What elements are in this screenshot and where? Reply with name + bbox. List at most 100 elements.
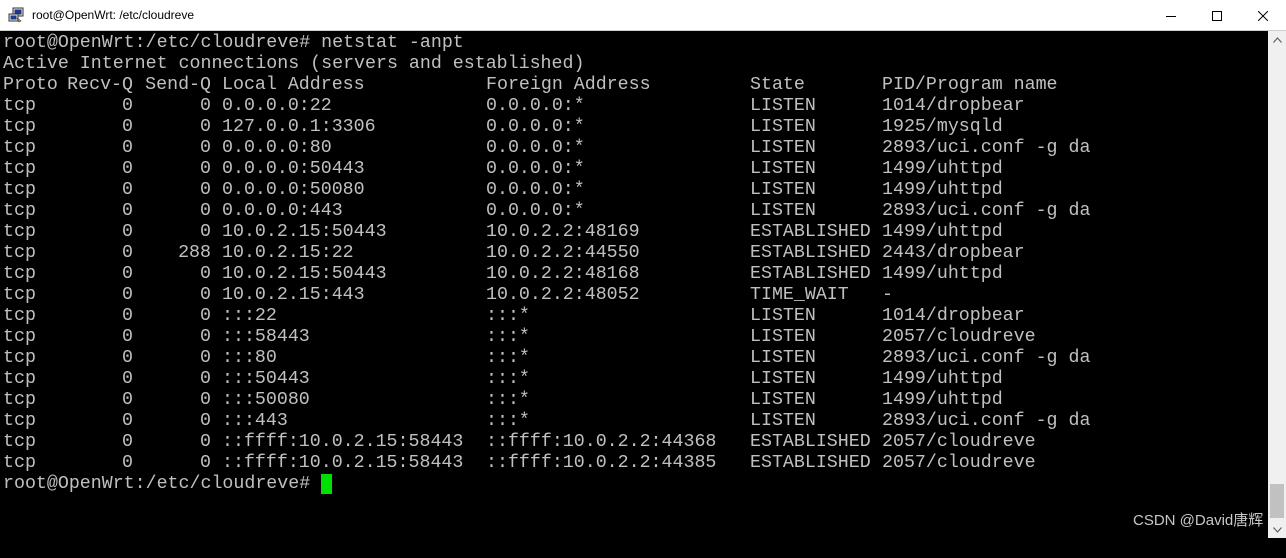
cell-pid: 1014/dropbear bbox=[882, 96, 1025, 116]
cell-foreign: :::* bbox=[486, 411, 530, 431]
cell-foreign: :::* bbox=[486, 390, 530, 410]
cell-local: :::50080 bbox=[222, 390, 310, 410]
cell-foreign: :::* bbox=[486, 306, 530, 326]
maximize-icon bbox=[1212, 10, 1222, 21]
cell-state: ESTABLISHED bbox=[750, 243, 871, 263]
cell-state: LISTEN bbox=[750, 348, 816, 368]
cell-foreign: 0.0.0.0:* bbox=[486, 117, 585, 137]
cell-send-q: 0 bbox=[200, 390, 211, 410]
table-row: tcp 0 0 0.0.0.0:80 0.0.0.0:* LISTEN 2893/uci.c… bbox=[3, 138, 1090, 159]
cell-pid: 2893/uci.conf -g da bbox=[882, 201, 1091, 221]
cell-local: 10.0.2.15:22 bbox=[222, 243, 354, 263]
cell-state: LISTEN bbox=[750, 411, 816, 431]
minimize-button[interactable] bbox=[1148, 0, 1194, 31]
window-title: root@OpenWrt: /etc/cloudreve bbox=[32, 8, 195, 22]
cell-local: 0.0.0.0:80 bbox=[222, 138, 332, 158]
cell-pid: 2893/uci.conf -g da bbox=[882, 411, 1091, 431]
cell-local: 10.0.2.15:443 bbox=[222, 285, 365, 305]
cell-pid: 1014/dropbear bbox=[882, 306, 1025, 326]
scroll-down-button[interactable] bbox=[1268, 521, 1286, 538]
command-line: root@OpenWrt:/etc/cloudreve# netstat -an… bbox=[3, 33, 464, 53]
table-row: tcp 0 0 10.0.2.15:50443 10.0.2.2:48168 ESTABL… bbox=[3, 264, 1003, 285]
cell-state: LISTEN bbox=[750, 327, 816, 347]
cell-foreign: 0.0.0.0:* bbox=[486, 138, 585, 158]
table-row: tcp 0 0 0.0.0.0:50080 0.0.0.0:* LISTEN 1499/uh… bbox=[3, 180, 1003, 201]
putty-icon[interactable] bbox=[8, 7, 24, 23]
table-header: Proto Recv-Q Send-Q Local Address Foreig… bbox=[3, 75, 1058, 96]
cell-pid: 1499/uhttpd bbox=[882, 264, 1003, 284]
cell-state: LISTEN bbox=[750, 117, 816, 137]
cell-send-q: 0 bbox=[200, 138, 211, 158]
cell-pid: 1499/uhttpd bbox=[882, 222, 1003, 242]
cell-pid: 1499/uhttpd bbox=[882, 369, 1003, 389]
cell-pid: 2893/uci.conf -g da bbox=[882, 138, 1091, 158]
close-button[interactable] bbox=[1240, 0, 1286, 31]
cell-pid: - bbox=[882, 285, 893, 305]
cell-send-q: 0 bbox=[200, 411, 211, 431]
maximize-button[interactable] bbox=[1194, 0, 1240, 31]
table-row: tcp 0 0 0.0.0.0:50443 0.0.0.0:* LISTEN 1499/uh… bbox=[3, 159, 1003, 180]
info-line: Active Internet connections (servers and… bbox=[3, 54, 585, 74]
prompt-line[interactable]: root@OpenWrt:/etc/cloudreve# bbox=[3, 474, 584, 495]
scrollbar-thumb[interactable] bbox=[1270, 484, 1284, 518]
cell-send-q: 0 bbox=[200, 201, 211, 221]
cell-local: 0.0.0.0:22 bbox=[222, 96, 332, 116]
title-bar[interactable]: root@OpenWrt: /etc/cloudreve bbox=[0, 0, 1286, 31]
cell-foreign: :::* bbox=[486, 369, 530, 389]
cell-foreign: 0.0.0.0:* bbox=[486, 159, 585, 179]
cell-foreign: :::* bbox=[486, 348, 530, 368]
cell-local: :::58443 bbox=[222, 327, 310, 347]
cell-local: :::22 bbox=[222, 306, 277, 326]
table-row: tcp 0 0:::50080:::* LISTEN 1499/uhttpd bbox=[3, 390, 1003, 411]
cell-send-q: 0 bbox=[200, 348, 211, 368]
terminal-area[interactable]: root@OpenWrt:/etc/cloudreve# netstat -an… bbox=[0, 31, 1268, 538]
cell-state: LISTEN bbox=[750, 390, 816, 410]
cell-pid: 1499/uhttpd bbox=[882, 180, 1003, 200]
cell-send-q: 0 bbox=[200, 96, 211, 116]
cell-foreign: 0.0.0.0:* bbox=[486, 201, 585, 221]
cell-pid: 1499/uhttpd bbox=[882, 390, 1003, 410]
table-row: tcp 0 0 0.0.0.0:443 0.0.0.0:* LISTEN 2893/uci.… bbox=[3, 201, 1090, 222]
shell-prompt: root@OpenWrt:/etc/cloudreve# bbox=[3, 474, 311, 494]
table-row: tcp 0 0:::80:::* LISTEN 2893/uci.conf -g da bbox=[3, 348, 1090, 369]
header-state: State bbox=[750, 75, 805, 95]
cell-local: :::443 bbox=[222, 411, 288, 431]
cell-state: LISTEN bbox=[750, 201, 816, 221]
scroll-up-button[interactable] bbox=[1268, 31, 1286, 48]
table-row: tcp 0 0 127.0.0.1:3306 0.0.0.0:* LISTEN 1925/m… bbox=[3, 117, 1003, 138]
cell-foreign: 10.0.2.2:48168 bbox=[486, 264, 640, 284]
cell-pid: 1925/mysqld bbox=[882, 117, 1003, 137]
cell-local: ::ffff:10.0.2.15:58443 bbox=[222, 453, 464, 473]
table-row: tcp 0 0:::443:::* LISTEN 2893/uci.conf -g da bbox=[3, 411, 1090, 432]
cell-local: 0.0.0.0:50443 bbox=[222, 159, 365, 179]
cell-local: 0.0.0.0:443 bbox=[222, 201, 343, 221]
cell-state: LISTEN bbox=[750, 138, 816, 158]
cell-foreign: 0.0.0.0:* bbox=[486, 96, 585, 116]
cell-pid: 1499/uhttpd bbox=[882, 159, 1003, 179]
cell-send-q: 0 bbox=[200, 222, 211, 242]
cell-state: LISTEN bbox=[750, 180, 816, 200]
cell-state: ESTABLISHED bbox=[750, 222, 871, 242]
table-row: tcp 0 0:::22:::* LISTEN 1014/dropbear bbox=[3, 306, 1025, 327]
cell-send-q: 0 bbox=[200, 285, 211, 305]
header-pid-program: PID/Program name bbox=[882, 75, 1058, 95]
chevron-down-icon bbox=[1272, 526, 1282, 533]
cell-send-q: 0 bbox=[200, 306, 211, 326]
cell-foreign: 0.0.0.0:* bbox=[486, 180, 585, 200]
cell-foreign: 10.0.2.2:48169 bbox=[486, 222, 640, 242]
cell-send-q: 0 bbox=[200, 432, 211, 452]
table-row: tcp 0 0 0.0.0.0:22 0.0.0.0:* LISTEN 1014/dropb… bbox=[3, 96, 1025, 117]
cell-send-q: 0 bbox=[200, 453, 211, 473]
vertical-scrollbar[interactable] bbox=[1268, 31, 1286, 538]
cell-send-q: 0 bbox=[200, 264, 211, 284]
cell-state: LISTEN bbox=[750, 306, 816, 326]
cell-foreign: :::* bbox=[486, 327, 530, 347]
cell-send-q: 0 bbox=[200, 369, 211, 389]
cell-send-q: 0 bbox=[200, 159, 211, 179]
cell-foreign: ::ffff:10.0.2.2:44368 bbox=[486, 432, 717, 452]
cell-local: 10.0.2.15:50443 bbox=[222, 264, 387, 284]
cell-state: TIME_WAIT bbox=[750, 285, 849, 305]
cell-state: LISTEN bbox=[750, 96, 816, 116]
cell-foreign: 10.0.2.2:44550 bbox=[486, 243, 640, 263]
cell-pid: 2057/cloudreve bbox=[882, 327, 1036, 347]
